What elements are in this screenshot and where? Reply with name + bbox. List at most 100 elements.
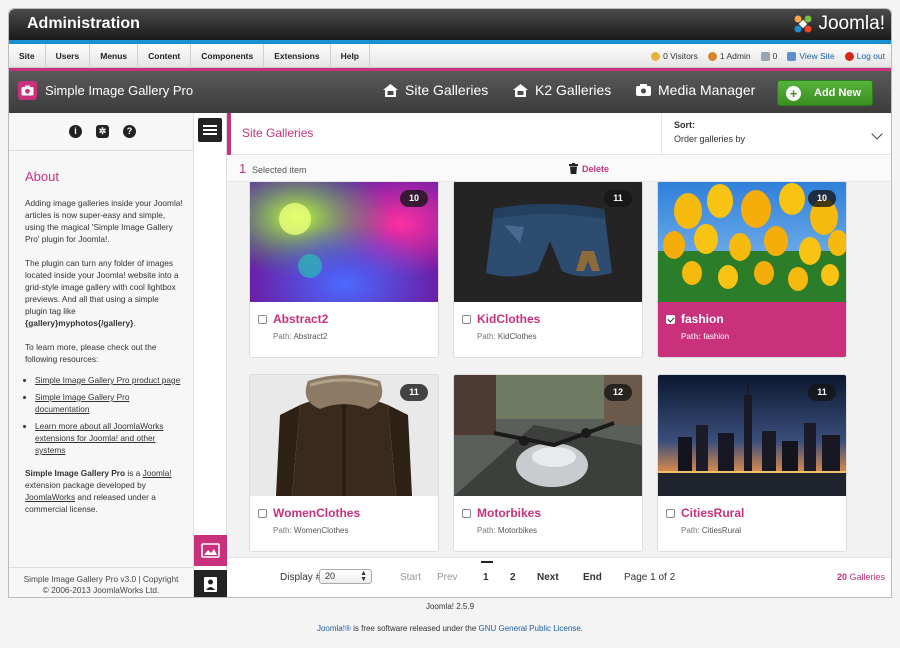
menu-toggle-icon[interactable] bbox=[198, 118, 222, 142]
gallery-checkbox[interactable] bbox=[462, 315, 471, 324]
gallery-name[interactable]: Motorbikes bbox=[477, 506, 541, 520]
pager-prev[interactable]: Prev bbox=[437, 572, 458, 583]
admins-status: 1 Admin bbox=[707, 51, 751, 61]
path-value: fashion bbox=[703, 332, 730, 341]
gallery-meta: Abstract2 Path: Abstract2 bbox=[250, 302, 438, 357]
sort-value: Order galleries by bbox=[674, 134, 746, 144]
pager-page-1[interactable]: 1 bbox=[483, 572, 489, 583]
monitor-icon bbox=[787, 51, 797, 61]
logout-icon bbox=[844, 51, 854, 61]
menu-menus[interactable]: Menus bbox=[90, 44, 139, 68]
plus-icon: + bbox=[786, 85, 801, 101]
gallery-checkbox-checked[interactable] bbox=[666, 315, 675, 324]
admin-menu-bar: Site Users Menus Content Components Exte… bbox=[9, 44, 891, 68]
joomlaworks-link[interactable]: JoomlaWorks bbox=[25, 492, 75, 502]
menu-extensions[interactable]: Extensions bbox=[264, 44, 331, 68]
path-value: Abstract2 bbox=[293, 332, 328, 341]
about-heading: About bbox=[25, 169, 59, 184]
gallery-checkbox[interactable] bbox=[258, 509, 267, 518]
joomla-logo: Joomla! bbox=[792, 13, 885, 35]
pager-page-2[interactable]: 2 bbox=[510, 572, 516, 583]
nav-site-galleries[interactable]: Site Galleries bbox=[382, 82, 488, 98]
gallery-meta: CitiesRural Path: CitiesRural bbox=[658, 496, 846, 551]
content-header: Site Galleries Sort: Order galleries by bbox=[227, 113, 891, 155]
menu-help[interactable]: Help bbox=[331, 44, 370, 68]
image-count-badge: 11 bbox=[400, 384, 428, 401]
current-page-indicator bbox=[481, 561, 493, 563]
gallery-card[interactable]: 12 Motorbikes Path: Motorbikes bbox=[453, 374, 643, 552]
gallery-grid: 10 Abstract2 Path: Abstract2 11 KidCloth… bbox=[227, 182, 891, 557]
select-arrows-icon: ▲ ▼ bbox=[360, 570, 367, 583]
gallery-card[interactable]: 11 WomenClothes Path: WomenClothes bbox=[249, 374, 439, 552]
gallery-checkbox[interactable] bbox=[666, 509, 675, 518]
about-text: extension package developed by bbox=[25, 480, 146, 490]
menu-users[interactable]: Users bbox=[46, 44, 91, 68]
about-body: Adding image galleries inside your Jooml… bbox=[25, 197, 183, 527]
gallery-name[interactable]: CitiesRural bbox=[681, 506, 744, 520]
sort-dropdown[interactable]: Sort: Order galleries by bbox=[661, 113, 891, 155]
product-page-link[interactable]: Simple Image Gallery Pro product page bbox=[35, 375, 180, 385]
resource-list: Simple Image Gallery Pro product page Si… bbox=[35, 374, 183, 456]
view-site-link[interactable]: View Site bbox=[787, 51, 835, 61]
logout-link[interactable]: Log out bbox=[844, 51, 885, 61]
nav-media-manager[interactable]: Media Manager bbox=[635, 82, 755, 98]
gear-icon[interactable]: ✲ bbox=[96, 125, 109, 138]
user-icon[interactable] bbox=[194, 570, 227, 597]
gallery-view-icon[interactable] bbox=[194, 535, 227, 566]
documentation-link[interactable]: Simple Image Gallery Pro documentation bbox=[35, 392, 130, 414]
path-label: Path: bbox=[681, 526, 700, 535]
nav-k2-galleries[interactable]: K2 Galleries bbox=[512, 82, 611, 98]
pager-next[interactable]: Next bbox=[537, 572, 559, 583]
pager-start[interactable]: Start bbox=[400, 572, 421, 583]
selected-label: Selected item bbox=[252, 165, 307, 175]
about-paragraph: Adding image galleries inside your Jooml… bbox=[25, 198, 183, 244]
sidebar-footer: Simple Image Gallery Pro v3.0 | Copyrigh… bbox=[9, 567, 193, 597]
side-rail bbox=[194, 113, 227, 597]
menu-components[interactable]: Components bbox=[191, 44, 265, 68]
about-paragraph: Simple Image Gallery Pro is a Joomla! ex… bbox=[25, 467, 183, 515]
page-info: Page 1 of 2 bbox=[624, 572, 676, 583]
license-text: is free software released under the bbox=[350, 624, 479, 633]
license-line: Joomla!® is free software released under… bbox=[0, 624, 900, 633]
gallery-meta: KidClothes Path: KidClothes bbox=[454, 302, 642, 357]
messages-icon bbox=[760, 51, 770, 61]
admin-window: Administration Joomla! Site Users Menus … bbox=[8, 8, 892, 598]
path-label: Path: bbox=[477, 332, 496, 341]
gallery-name[interactable]: Abstract2 bbox=[273, 312, 328, 326]
gallery-checkbox[interactable] bbox=[462, 509, 471, 518]
messages-status[interactable]: 0 bbox=[760, 51, 778, 61]
joomla-link[interactable]: Joomla! bbox=[143, 468, 172, 478]
joomla-link-footer[interactable]: Joomla!® bbox=[317, 624, 351, 633]
add-new-button[interactable]: + Add New bbox=[777, 80, 873, 106]
visitors-text: 0 Visitors bbox=[663, 51, 698, 61]
pager-end[interactable]: End bbox=[583, 572, 602, 583]
gallery-card[interactable]: 11 CitiesRural Path: CitiesRural bbox=[657, 374, 847, 552]
app-name: Simple Image Gallery Pro bbox=[45, 83, 194, 98]
gallery-name[interactable]: fashion bbox=[681, 312, 724, 326]
joomlaworks-extensions-link[interactable]: Learn more about all JoomlaWorks extensi… bbox=[35, 421, 164, 455]
menu-content[interactable]: Content bbox=[138, 44, 192, 68]
delete-button[interactable]: Delete bbox=[569, 163, 609, 174]
gallery-card[interactable]: 10 Abstract2 Path: Abstract2 bbox=[249, 182, 439, 358]
image-count-badge: 10 bbox=[808, 190, 836, 207]
menu-site[interactable]: Site bbox=[9, 44, 46, 68]
display-select[interactable]: 20 ▲ ▼ bbox=[319, 569, 372, 584]
nav-k2-galleries-label: K2 Galleries bbox=[535, 82, 612, 98]
gallery-meta: fashion Path: fashion bbox=[658, 302, 846, 357]
gallery-card[interactable]: 11 KidClothes Path: KidClothes bbox=[453, 182, 643, 358]
camera-icon bbox=[18, 81, 37, 100]
gallery-checkbox[interactable] bbox=[258, 315, 267, 324]
info-icon[interactable]: i bbox=[69, 125, 82, 138]
gallery-name[interactable]: KidClothes bbox=[477, 312, 540, 326]
gallery-name[interactable]: WomenClothes bbox=[273, 506, 360, 520]
messages-count: 0 bbox=[772, 51, 778, 61]
gallery-card-selected[interactable]: 10 fashion Path: fashion bbox=[657, 182, 847, 358]
gpl-link[interactable]: GNU General Public License bbox=[479, 624, 581, 633]
resource-item: Simple Image Gallery Pro product page bbox=[35, 374, 183, 386]
gallery-path: Path: Motorbikes bbox=[477, 526, 537, 535]
selected-count: 1 bbox=[239, 161, 247, 176]
help-icon[interactable]: ? bbox=[123, 125, 136, 138]
logout-label: Log out bbox=[856, 51, 885, 61]
nav-site-galleries-label: Site Galleries bbox=[405, 82, 489, 98]
admin-user-icon bbox=[707, 51, 717, 61]
